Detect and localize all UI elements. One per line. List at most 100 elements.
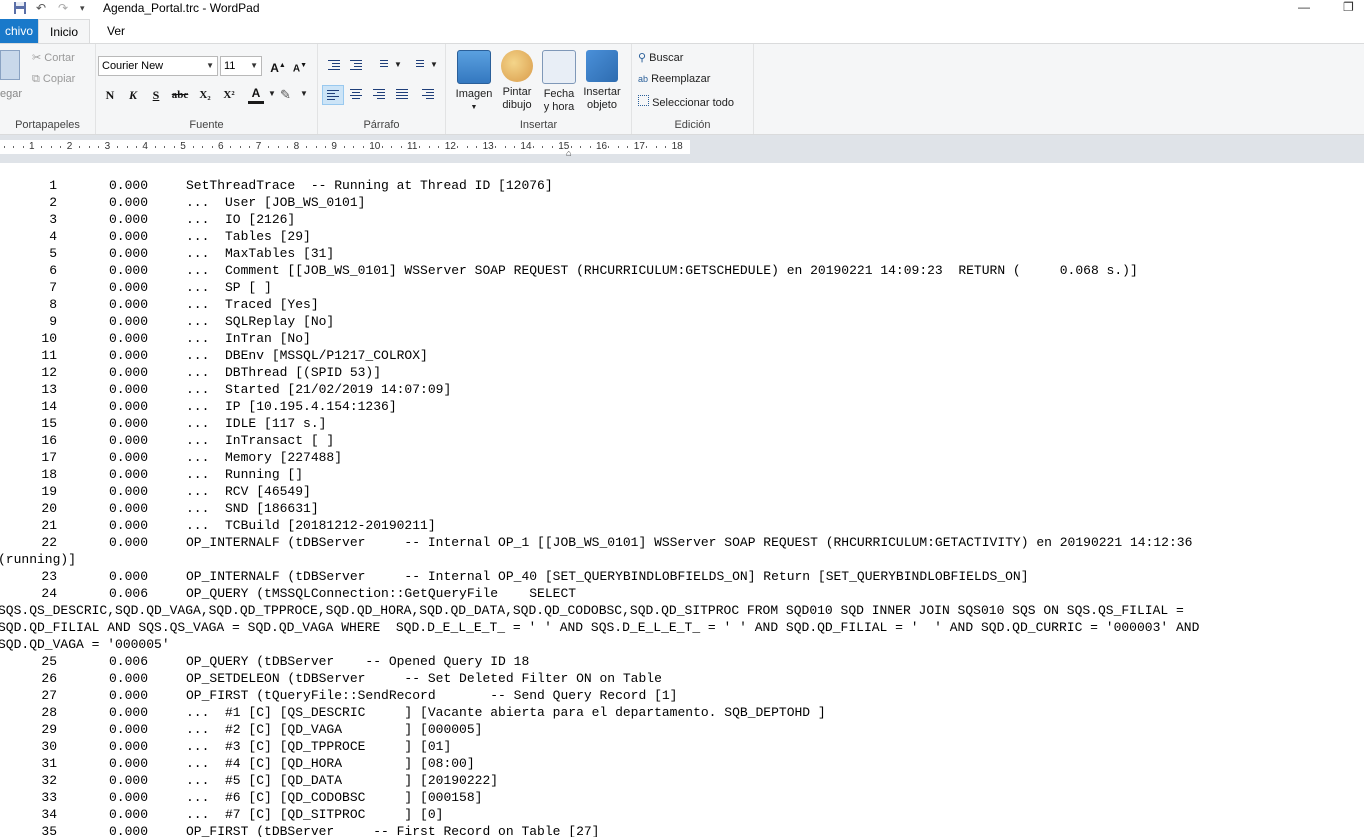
align-left-button[interactable] <box>322 85 344 105</box>
trace-line-text: OP_FIRST (tQueryFile::SendRecord -- Send… <box>186 688 678 703</box>
document-area[interactable]: 1 0.000 SetThreadTrace -- Running at Threa… <box>0 163 1364 837</box>
right-indent-marker[interactable]: ⌂ <box>566 148 571 158</box>
align-center-button[interactable] <box>346 85 368 105</box>
font-family-value: Courier New <box>102 60 164 72</box>
tab-archivo[interactable]: chivo <box>0 19 38 43</box>
tab-ver[interactable]: Ver <box>96 19 136 43</box>
redo-icon[interactable]: ↷ <box>58 1 68 15</box>
trace-line-text: ... Comment [[JOB_WS_0101] WSServer SOAP… <box>186 263 1138 278</box>
paint-drawing-button[interactable]: Pintar dibujo <box>496 50 538 112</box>
trace-line-elapsed: 0.000 <box>109 467 149 482</box>
trace-line-text: OP_INTERNALF (tDBServer -- Internal OP_1… <box>186 535 1193 550</box>
bold-button[interactable]: N <box>100 85 120 105</box>
trace-line-number: 4 <box>49 229 57 244</box>
trace-line-text: ... Traced [Yes] <box>186 297 319 312</box>
minimize-icon[interactable]: — <box>1298 0 1310 14</box>
italic-button[interactable]: K <box>123 85 143 105</box>
cut-button[interactable]: ✂ Cortar <box>32 51 75 64</box>
grow-font-button[interactable]: A▲ <box>268 56 288 76</box>
trace-line: 25 0.006 OP_QUERY (tDBServer -- Opened Que… <box>0 653 1364 670</box>
text-color-button[interactable]: A <box>246 83 266 104</box>
undo-icon[interactable]: ↶ <box>36 1 46 15</box>
ruler-tick <box>22 146 24 148</box>
line-spacing-dropdown-icon[interactable]: ▼ <box>430 60 438 69</box>
trace-line-elapsed: 0.000 <box>109 246 149 261</box>
superscript-button[interactable]: X² <box>219 85 239 105</box>
maximize-icon[interactable]: ❐ <box>1343 0 1354 14</box>
ruler-tick <box>646 146 648 148</box>
justify-icon <box>396 89 408 99</box>
line-spacing-button[interactable] <box>408 56 430 76</box>
save-icon[interactable] <box>13 1 27 18</box>
highlight-dropdown-icon[interactable]: ▼ <box>300 89 308 98</box>
strikethrough-button[interactable]: abc <box>170 85 190 105</box>
text-color-dropdown-icon[interactable]: ▼ <box>268 89 276 98</box>
font-size-select[interactable]: 11 ▼ <box>220 56 262 76</box>
bullets-button[interactable] <box>372 56 394 76</box>
subscript-button[interactable]: X₂ <box>195 85 215 105</box>
trace-line-number: 22 <box>41 535 57 550</box>
ruler-tick <box>627 146 629 148</box>
document-content[interactable]: 1 0.000 SetThreadTrace -- Running at Threa… <box>0 177 1364 837</box>
object-label-line1: Insertar <box>583 86 621 98</box>
trace-line-text: ... SND [186631] <box>186 501 319 516</box>
justify-button[interactable] <box>392 85 414 105</box>
copy-button[interactable]: ⧉ Copiar <box>32 73 75 86</box>
insert-image-button[interactable]: Imagen ▼ <box>452 50 496 114</box>
window-title: Agenda_Portal.trc - WordPad <box>103 1 260 15</box>
trace-line: 3 0.000 ... IO [2126] <box>0 211 1364 228</box>
date-time-button[interactable]: Fecha y hora <box>538 50 580 114</box>
trace-line-number: 9 <box>49 314 57 329</box>
ruler-tick <box>41 146 43 148</box>
trace-line: 18 0.000 ... Running [] <box>0 466 1364 483</box>
ruler-number: 13 <box>482 141 494 152</box>
find-label: Buscar <box>649 52 684 64</box>
trace-line: 15 0.000 ... IDLE [117 s.] <box>0 415 1364 432</box>
find-button[interactable]: ⚲ Buscar <box>638 51 683 64</box>
ruler-tick <box>504 146 506 148</box>
trace-line-text: OP_QUERY (tDBServer -- Opened Query ID 1… <box>186 654 530 669</box>
trace-line-number: 13 <box>41 382 57 397</box>
paste-button[interactable]: egar <box>0 50 24 100</box>
trace-line-text: ... #2 [C] [QD_VAGA ] [000005] <box>186 722 483 737</box>
cut-label: Cortar <box>44 52 75 64</box>
trace-line: 30 0.000 ... #3 [C] [QD_TPPROCE ] [01] <box>0 738 1364 755</box>
align-right-button[interactable] <box>369 85 391 105</box>
ribbon-tabs: chivo Inicio Ver <box>0 19 1364 43</box>
trace-line: 31 0.000 ... #4 [C] [QD_HORA ] [08:00] <box>0 755 1364 772</box>
trace-line-text: ... Started [21/02/2019 14:07:09] <box>186 382 452 397</box>
ruler-strip[interactable]: 1 2 3 4 5 6 7 8 9 10 11 12 13 14 15 16 17 18 ⌂ <box>0 140 690 158</box>
increase-indent-button[interactable] <box>346 56 368 76</box>
select-all-button[interactable]: Seleccionar todo <box>638 95 734 109</box>
bullets-dropdown-icon[interactable]: ▼ <box>394 60 402 69</box>
customize-quick-access-icon[interactable]: ▾ <box>80 1 85 15</box>
ruler-tick <box>532 146 534 148</box>
trace-line: 7 0.000 ... SP [ ] <box>0 279 1364 296</box>
ruler-tick <box>419 146 421 148</box>
highlight-icon[interactable]: ✎ <box>280 87 291 103</box>
paragraph-settings-button[interactable] <box>418 85 440 105</box>
ruler-tick <box>211 146 213 148</box>
ruler-number: 18 <box>671 141 683 152</box>
trace-line-number: 29 <box>41 722 57 737</box>
trace-line: 23 0.000 OP_INTERNALF (tDBServer -- Intern… <box>0 568 1364 585</box>
shrink-font-button[interactable]: A▼ <box>290 56 310 76</box>
trace-line: 4 0.000 ... Tables [29] <box>0 228 1364 245</box>
trace-line: 32 0.000 ... #5 [C] [QD_DATA ] [20190222] <box>0 772 1364 789</box>
trace-line-elapsed: 0.000 <box>109 705 149 720</box>
trace-line: SQS.QS_DESCRIC,SQD.QD_VAGA,SQD.QD_TPPROC… <box>0 602 1364 619</box>
select-all-icon <box>638 95 649 106</box>
insert-object-button[interactable]: Insertar objeto <box>580 50 624 112</box>
decrease-indent-button[interactable] <box>324 56 346 76</box>
replace-button[interactable]: ab Reemplazar <box>638 73 710 85</box>
underline-button[interactable]: S <box>146 85 166 105</box>
trace-line-number: 2 <box>49 195 57 210</box>
trace-line-text: ... #5 [C] [QD_DATA ] [20190222] <box>186 773 499 788</box>
trace-line-number: 28 <box>41 705 57 720</box>
tab-inicio[interactable]: Inicio <box>38 19 90 43</box>
trace-line-elapsed: 0.000 <box>109 280 149 295</box>
font-family-select[interactable]: Courier New ▼ <box>98 56 218 76</box>
trace-line-text: OP_QUERY (tMSSQLConnection::GetQueryFile… <box>186 586 577 601</box>
trace-line: 9 0.000 ... SQLReplay [No] <box>0 313 1364 330</box>
ruler-number: 14 <box>520 141 532 152</box>
